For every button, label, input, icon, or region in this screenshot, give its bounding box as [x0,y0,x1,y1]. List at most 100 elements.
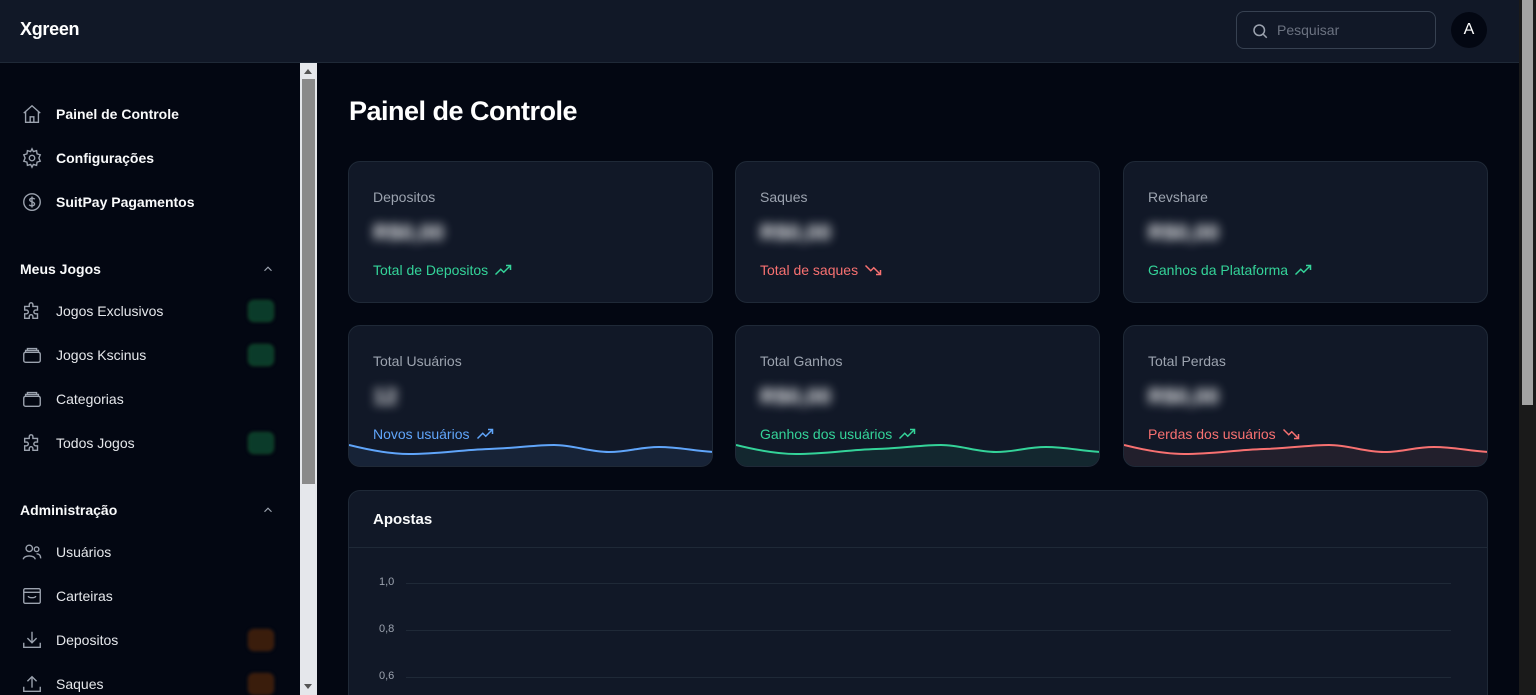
trend-down-icon [865,264,882,276]
sidebar-item-jogos-kscinus[interactable]: Jogos Kscinus [20,340,280,370]
sidebar-item-label: Usuários [56,544,112,560]
card-title: Depositos [373,189,436,205]
search-input[interactable] [1277,12,1427,48]
y-tick-label: 0,6 [379,670,395,682]
apostas-title: Apostas [349,491,1487,548]
grid-line [406,677,1451,678]
sidebar-item-jogos-exclusivos[interactable]: Jogos Exclusivos [20,296,280,326]
download-icon [20,628,44,652]
window-scrollbar-thumb[interactable] [1522,0,1533,405]
sparkline-ganhos [736,443,1099,466]
dollar-circle-icon [20,190,44,214]
page-title: Painel de Controle [349,96,578,126]
y-tick-label: 0,8 [379,623,395,635]
sidebar-item-carteiras[interactable]: Carteiras [20,581,280,611]
sidebar-item-label: SuitPay Pagamentos [56,194,195,210]
card-subtitle-text: Novos usuários [373,426,470,442]
sparkline-perdas [1124,443,1487,466]
card-value: R$0,00 [1148,384,1219,409]
sparkline-usuarios [349,443,712,466]
sidebar-scrollbar[interactable] [300,63,317,695]
trend-up-icon [495,264,512,276]
sidebar-item-label: Jogos Kscinus [56,347,147,363]
sidebar-item-label: Saques [56,676,104,692]
sidebar-item-usuarios[interactable]: Usuários [20,537,280,567]
card-value: 12 [373,384,398,409]
sidebar-item-saques[interactable]: Saques [20,669,280,695]
count-badge [248,673,274,695]
card-value: R$0,00 [760,384,831,409]
card-subtitle: Ganhos dos usuários [760,426,916,442]
window-scrollbar[interactable] [1519,0,1536,695]
card-title: Saques [760,189,808,205]
sidebar-item-todos-jogos[interactable]: Todos Jogos [20,428,280,458]
sidebar: Painel de Controle Configurações SuitPay… [0,63,300,695]
card-value: R$0,00 [373,220,444,245]
card-subtitle-text: Ganhos da Plataforma [1148,262,1289,278]
card-subtitle: Total de saques [760,262,882,278]
brand-logo[interactable]: Xgreen [20,19,80,40]
sidebar-item-label: Todos Jogos [56,435,135,451]
card-subtitle-text: Total de saques [760,262,859,278]
chevron-up-icon[interactable] [261,503,275,517]
card-subtitle-text: Perdas dos usuários [1148,426,1276,442]
card-title: Total Usuários [373,353,462,369]
stat-card-saques: Saques R$0,00 Total de saques [735,161,1100,303]
puzzle-icon [20,431,44,455]
stat-card-revshare: Revshare R$0,00 Ganhos da Plataforma [1123,161,1488,303]
sidebar-item-label: Jogos Exclusivos [56,303,164,319]
sidebar-item-label: Categorias [56,391,124,407]
trend-up-icon [1295,264,1312,276]
trend-down-icon [1282,428,1299,440]
card-value: R$0,00 [760,220,831,245]
card-subtitle: Novos usuários [373,426,494,442]
sidebar-item-depositos[interactable]: Depositos [20,625,280,655]
sidebar-item-label: Carteiras [56,588,113,604]
card-subtitle: Total de Depositos [373,262,512,278]
card-subtitle-text: Total de Depositos [373,262,489,278]
search-box[interactable] [1236,11,1436,49]
sidebar-item-categorias[interactable]: Categorias [20,384,280,414]
card-subtitle-text: Ganhos dos usuários [760,426,893,442]
y-tick-label: 1,0 [379,576,395,588]
avatar[interactable]: A [1451,12,1487,48]
users-icon [20,540,44,564]
sidebar-item-configuracoes[interactable]: Configurações [20,143,280,173]
stack-icon [20,343,44,367]
card-value: R$0,00 [1148,220,1219,245]
card-subtitle: Perdas dos usuários [1148,426,1300,442]
scroll-down-arrow-icon[interactable] [304,684,312,689]
card-subtitle: Ganhos da Plataforma [1148,262,1312,278]
home-icon [20,102,44,126]
sidebar-item-label: Painel de Controle [56,106,179,122]
count-badge [248,344,274,366]
sidebar-item-painel[interactable]: Painel de Controle [20,99,280,129]
chevron-up-icon[interactable] [261,262,275,276]
stat-card-depositos: Depositos R$0,00 Total de Depositos [348,161,713,303]
trend-up-icon [899,428,916,440]
sidebar-scrollbar-thumb[interactable] [302,79,315,484]
count-badge [248,300,274,322]
card-title: Revshare [1148,189,1208,205]
scroll-up-arrow-icon[interactable] [304,69,312,74]
top-bar: Xgreen A [0,0,1519,63]
sidebar-item-label: Depositos [56,632,119,648]
sidebar-item-suitpay[interactable]: SuitPay Pagamentos [20,187,280,217]
upload-icon [20,672,44,695]
search-icon [1253,24,1268,39]
stack-icon [20,387,44,411]
trend-up-icon [476,428,493,440]
stat-card-total-ganhos: Total Ganhos R$0,00 Ganhos dos usuários [735,325,1100,467]
section-administracao[interactable]: Administração [20,500,275,520]
section-title: Administração [20,502,118,518]
count-badge [248,432,274,454]
sidebar-item-label: Configurações [56,150,155,166]
section-title: Meus Jogos [20,261,101,277]
wallet-icon [20,584,44,608]
grid-line [406,630,1451,631]
card-title: Total Ganhos [760,353,843,369]
section-meus-jogos[interactable]: Meus Jogos [20,259,275,279]
gear-icon [20,146,44,170]
card-title: Total Perdas [1148,353,1226,369]
stat-card-total-usuarios: Total Usuários 12 Novos usuários [348,325,713,467]
